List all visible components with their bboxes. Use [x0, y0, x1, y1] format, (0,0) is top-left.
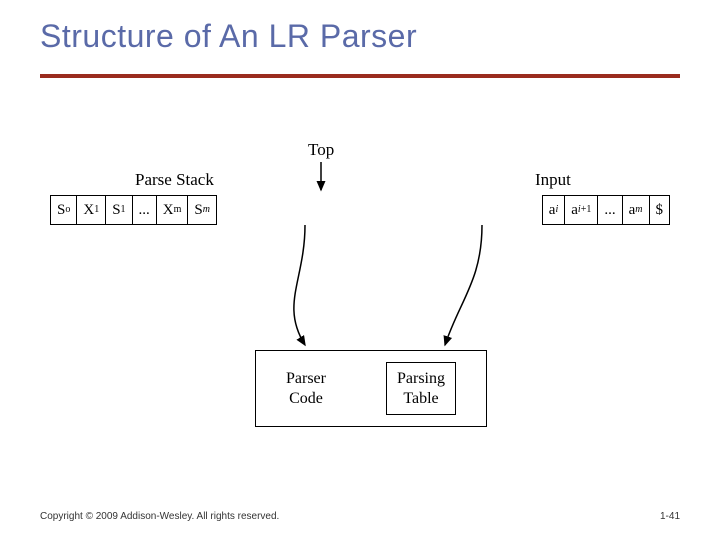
parser-box: ParserCode ParsingTable — [255, 350, 487, 427]
parser-code-label: ParserCode — [286, 369, 326, 407]
stack-cell: So — [50, 196, 77, 224]
stack-cell: Xm — [156, 196, 189, 224]
top-label: Top — [308, 140, 334, 160]
slide-title: Structure of An LR Parser — [40, 18, 417, 55]
input-cell: am — [622, 196, 650, 224]
title-underline — [40, 74, 680, 78]
stack-cell: X1 — [76, 196, 106, 224]
arrow-stack-to-parser — [294, 225, 305, 345]
input-cell: ai+1 — [564, 196, 598, 224]
arrow-input-to-parser — [445, 225, 482, 345]
parsing-table-label: ParsingTable — [386, 362, 456, 414]
parse-stack-label: Parse Stack — [135, 170, 214, 190]
input-strip: aiai+1...am$ — [542, 195, 670, 225]
page-number: 1-41 — [660, 511, 680, 522]
input-cell: ai — [542, 196, 565, 224]
parse-stack-strip: SoX1S1...XmSm — [50, 195, 217, 225]
slide: Structure of An LR Parser Parse Stack To… — [0, 0, 720, 540]
stack-cell: S1 — [105, 196, 132, 224]
copyright-footer: Copyright © 2009 Addison-Wesley. All rig… — [40, 511, 279, 522]
lr-parser-diagram: Parse Stack Top Input SoX1S1...XmSm aiai… — [50, 140, 670, 460]
input-label: Input — [535, 170, 571, 190]
input-cell: ... — [597, 196, 622, 224]
stack-cell: Sm — [187, 196, 217, 224]
input-cell: $ — [649, 196, 671, 224]
stack-cell: ... — [132, 196, 157, 224]
